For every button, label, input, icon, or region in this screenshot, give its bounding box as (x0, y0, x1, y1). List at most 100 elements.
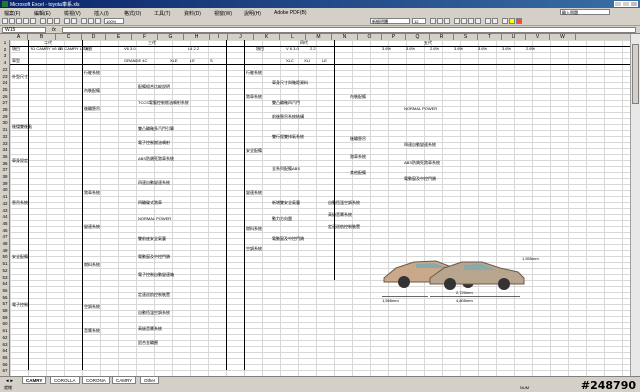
menu-insert[interactable]: 插入(I) (94, 10, 109, 17)
item-row-9[interactable]: 煞車系統 (84, 190, 100, 195)
trim-xle[interactable]: XLE (170, 58, 178, 63)
row-header-46[interactable]: 46 (0, 228, 10, 233)
redo-icon[interactable] (71, 18, 77, 24)
print-icon[interactable] (23, 18, 29, 24)
name-box[interactable]: W15 (2, 27, 46, 33)
tab-corona[interactable]: CORONA (82, 377, 110, 384)
cut-icon[interactable] (40, 18, 46, 24)
spec-2[interactable]: 雙凸輪軸多汽門引擎 (138, 126, 174, 131)
spec-14[interactable]: 鋁合金輪圈 (138, 340, 158, 345)
spec-g5-5[interactable]: 高級音響系統 (328, 212, 352, 217)
row-header-26[interactable]: 26 (0, 94, 10, 99)
menu-tools[interactable]: 工具(T) (154, 10, 170, 17)
pct-6[interactable]: 2.6% (526, 46, 535, 51)
fx-icon[interactable]: fx (52, 27, 56, 33)
spec-g4-2[interactable]: 前後懸吊系統結構 (272, 114, 304, 119)
row-header-50[interactable]: 50 (0, 254, 10, 259)
spec-1[interactable]: TCCS電腦控制燃油噴射系統 (138, 100, 189, 105)
row-header-66[interactable]: 66 (0, 362, 10, 367)
row-header-1[interactable]: 1 (0, 40, 10, 45)
item-row-4[interactable]: 安全配備 (12, 254, 28, 259)
spec-g4-5[interactable]: 新增雙安全氣囊 (272, 200, 300, 205)
fill-color-icon[interactable] (509, 18, 515, 24)
row-header-67[interactable]: 67 (0, 368, 10, 373)
row-header-35[interactable]: 35 (0, 154, 10, 159)
menu-window[interactable]: 視窗(W) (214, 10, 232, 17)
currency-icon[interactable] (485, 18, 491, 24)
gen-three-header[interactable]: 三代 (148, 40, 156, 45)
bold-icon[interactable] (430, 18, 436, 24)
italic-icon[interactable] (437, 18, 443, 24)
new-icon[interactable] (2, 18, 8, 24)
dim-0[interactable]: 1,556mm (382, 298, 399, 303)
spec-g5-6[interactable]: 定速巡航控制裝置 (328, 224, 360, 229)
spec-7[interactable]: NORMAL POWER (138, 216, 171, 221)
row-header-61[interactable]: 61 (0, 328, 10, 333)
row-header-33[interactable]: 33 (0, 141, 10, 146)
row-header-52[interactable]: 52 (0, 268, 10, 273)
row-header-62[interactable]: 62 (0, 335, 10, 340)
menu-format[interactable]: 格式(O) (124, 10, 141, 17)
item-row-12[interactable]: 空調系統 (84, 304, 100, 309)
preview-icon[interactable] (30, 18, 36, 24)
align-left-icon[interactable] (454, 18, 460, 24)
spec-g5-0[interactable]: NORMAL POWER (404, 106, 437, 111)
row-header-38[interactable]: 38 (0, 174, 10, 179)
tab-camry-2[interactable]: CAMRY (112, 377, 137, 384)
font-name-select[interactable]: 新細明體 (370, 18, 410, 24)
font-size-select[interactable]: 12 (412, 18, 426, 24)
dim-3[interactable]: 4,805mm (456, 298, 473, 303)
minimize-button[interactable] (614, 1, 622, 7)
gen-five-header[interactable]: 五代 (424, 40, 432, 45)
row-header-42[interactable]: 42 (0, 201, 10, 206)
engine-v6-30[interactable]: V6 3.0 (124, 46, 136, 51)
item-row-g5-2[interactable]: 煞車系統 (350, 154, 366, 159)
row-header-29[interactable]: 29 (0, 114, 10, 119)
menu-edit[interactable]: 編輯(E) (34, 10, 51, 17)
copy-icon[interactable] (47, 18, 53, 24)
row-header-3[interactable]: 3 (0, 53, 10, 58)
item-row-g4-4[interactable]: 燃料系統 (246, 226, 262, 231)
spec-g4-7[interactable]: 電動窗及中控門鎖 (272, 236, 304, 241)
vertical-scrollbar[interactable] (630, 34, 640, 376)
item-row-8[interactable]: 後輪懸吊 (84, 106, 100, 111)
row-header-28[interactable]: 28 (0, 107, 10, 112)
row-header-4[interactable]: 4 (0, 60, 10, 65)
row-header-48[interactable]: 48 (0, 241, 10, 246)
dim-1[interactable]: 1,555mm (522, 256, 539, 261)
row-header-54[interactable]: 54 (0, 281, 10, 286)
item-row-g4-2[interactable]: 安全配備 (246, 148, 262, 153)
spec-g4-6[interactable]: 動力方向盤 (272, 216, 292, 221)
engine-l22[interactable]: 2.2 (310, 46, 316, 51)
pct-0[interactable]: 3.6% (382, 46, 391, 51)
align-center-icon[interactable] (461, 18, 467, 24)
trim-xlc[interactable]: XLC (286, 58, 294, 63)
trim-le2[interactable]: LE (322, 58, 327, 63)
ask-question-box[interactable]: 輸入問題 (560, 9, 610, 15)
row-header-51[interactable]: 51 (0, 261, 10, 266)
engine-v6-30b[interactable]: V 6 3.0 (286, 46, 299, 51)
font-color-icon[interactable] (516, 18, 522, 24)
row-header-25[interactable]: 25 (0, 87, 10, 92)
spec-6[interactable]: 四輪碟式煞車 (138, 200, 162, 205)
row-header-53[interactable]: 53 (0, 275, 10, 280)
row-header-37[interactable]: 37 (0, 167, 10, 172)
pct-5[interactable]: 3.6% (502, 46, 511, 51)
row-header-56[interactable]: 56 (0, 295, 10, 300)
zoom-select[interactable]: 100% (104, 18, 124, 24)
item-row-g5-3[interactable]: 其他配備 (350, 170, 366, 175)
item-row-0[interactable]: 外型尺寸 (12, 74, 28, 79)
row-header-64[interactable]: 64 (0, 348, 10, 353)
spec-g5-4[interactable]: 自動恆溫空調系統 (328, 200, 360, 205)
item-row-2[interactable]: 車身設定 (12, 158, 28, 163)
row-header-63[interactable]: 63 (0, 342, 10, 347)
row-header-40[interactable]: 40 (0, 187, 10, 192)
trim-s[interactable]: S (210, 58, 213, 63)
spec-12[interactable]: 自動恆溫空調系統 (138, 310, 170, 315)
pct-4[interactable]: 3.6% (478, 46, 487, 51)
sort-asc-icon[interactable] (88, 18, 94, 24)
item-row-g5-1[interactable]: 後輪懸吊 (350, 136, 366, 141)
item-row-6[interactable]: 行駛系統 (84, 70, 100, 75)
sum-icon[interactable] (81, 18, 87, 24)
menu-file[interactable]: 檔案(F) (4, 10, 20, 17)
